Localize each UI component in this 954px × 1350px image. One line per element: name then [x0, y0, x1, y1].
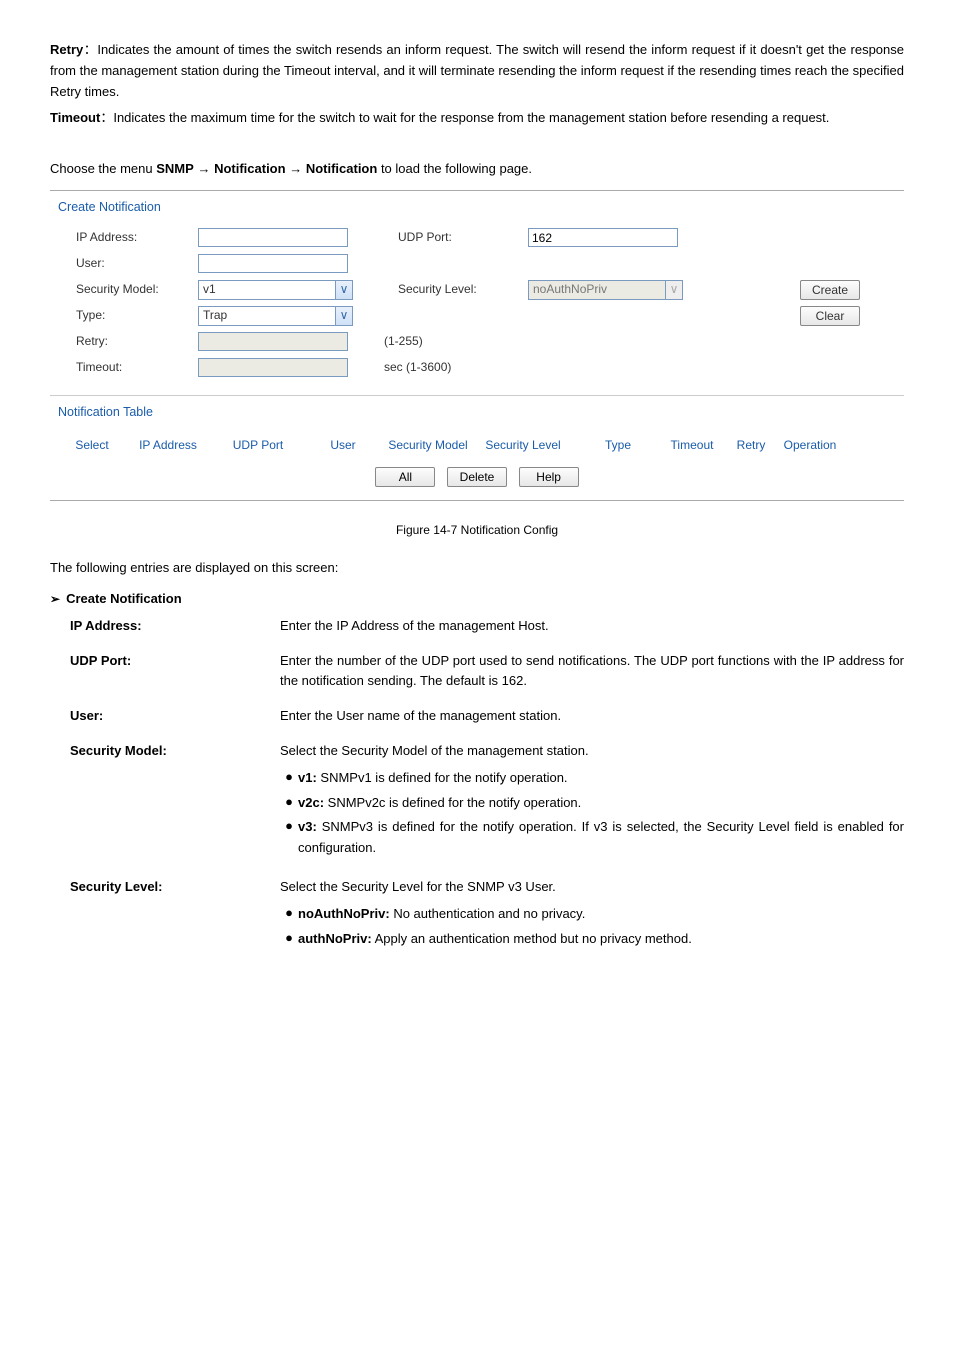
bullet-item: ● v2c: SNMPv2c is defined for the notify…	[280, 793, 904, 814]
ip-address-input[interactable]	[198, 228, 348, 247]
help-button[interactable]: Help	[519, 467, 579, 487]
col-secl: Security Level	[468, 436, 578, 455]
col-timeout: Timeout	[658, 436, 726, 455]
menu-path-prefix: Choose the menu	[50, 161, 153, 176]
timeout-label: Timeout:	[58, 358, 198, 377]
retry-term: Retry	[50, 42, 83, 57]
select-value: noAuthNoPriv	[529, 280, 665, 299]
bullet-icon: ●	[280, 768, 298, 789]
desc-text: Select the Security Level for the SNMP v…	[280, 877, 904, 898]
desc-label: Security Level:	[70, 877, 280, 953]
bullet-icon: ●	[280, 793, 298, 814]
col-type: Type	[578, 436, 658, 455]
timeout-term: Timeout	[50, 110, 100, 125]
bullet-text: SNMPv3 is defined for the notify operati…	[298, 819, 904, 855]
ip-address-label: IP Address:	[58, 228, 198, 247]
menu-path-suffix: to load the following page.	[381, 161, 532, 176]
desc-label: UDP Port:	[70, 651, 280, 693]
create-notification-heading: Create Notification	[58, 197, 896, 217]
user-label: User:	[58, 254, 198, 273]
bullet-term: v3:	[298, 819, 317, 834]
desc-udp-port: UDP Port: Enter the number of the UDP po…	[70, 651, 904, 693]
bullet-text: SNMPv2c is defined for the notify operat…	[324, 795, 581, 810]
chevron-right-icon: ➢	[50, 592, 60, 606]
timeout-hint: sec (1-3600)	[378, 358, 451, 377]
desc-text: Enter the number of the UDP port used to…	[280, 651, 904, 693]
figure-caption: Figure 14-7 Notification Config	[50, 521, 904, 540]
desc-security-model: Security Model: Select the Security Mode…	[70, 741, 904, 863]
doc-paragraph: Retry：Indicates the amount of times the …	[50, 40, 904, 102]
retry-desc: ：Indicates the amount of times the switc…	[50, 42, 904, 99]
bullet-term: authNoPriv:	[298, 931, 372, 946]
udp-port-label: UDP Port:	[378, 228, 528, 247]
doc-paragraph: Timeout：Indicates the maximum time for t…	[50, 108, 904, 129]
security-level-select: noAuthNoPriv ∨	[528, 280, 683, 300]
bullet-icon: ●	[280, 817, 298, 859]
menu-path-part: Notification	[306, 161, 378, 176]
type-label: Type:	[58, 306, 198, 325]
all-button[interactable]: All	[375, 467, 435, 487]
explain-heading: The following entries are displayed on t…	[50, 558, 904, 579]
menu-path-part: Notification	[214, 161, 286, 176]
desc-label: IP Address:	[70, 616, 280, 637]
col-retry: Retry	[726, 436, 776, 455]
user-input[interactable]	[198, 254, 348, 273]
select-value: v1	[199, 280, 335, 299]
bullet-item: ● v1: SNMPv1 is defined for the notify o…	[280, 768, 904, 789]
security-level-label: Security Level:	[378, 280, 528, 299]
col-select: Select	[66, 436, 118, 455]
timeout-desc: ：Indicates the maximum time for the swit…	[100, 110, 829, 125]
section-create-notification: ➢Create Notification	[50, 589, 904, 610]
select-value: Trap	[199, 306, 335, 325]
bullet-term: v2c:	[298, 795, 324, 810]
notification-table-heading: Notification Table	[58, 402, 896, 422]
desc-security-level: Security Level: Select the Security Leve…	[70, 877, 904, 953]
desc-label: Security Model:	[70, 741, 280, 863]
security-model-label: Security Model:	[58, 280, 198, 299]
retry-label: Retry:	[58, 332, 198, 351]
col-operation: Operation	[776, 436, 844, 455]
clear-button[interactable]: Clear	[800, 306, 860, 326]
bullet-icon: ●	[280, 904, 298, 925]
desc-text: Enter the IP Address of the management H…	[280, 616, 904, 637]
bullet-term: v1:	[298, 770, 317, 785]
delete-button[interactable]: Delete	[447, 467, 507, 487]
security-model-select[interactable]: v1 ∨	[198, 280, 353, 300]
retry-input	[198, 332, 348, 351]
udp-port-input[interactable]	[528, 228, 678, 247]
bullet-text: No authentication and no privacy.	[390, 906, 586, 921]
menu-path: Choose the menu SNMP → Notification → No…	[50, 159, 904, 180]
bullet-text: Apply an authentication method but no pr…	[372, 931, 692, 946]
create-button[interactable]: Create	[800, 280, 860, 300]
notification-panel: Create Notification IP Address: UDP Port…	[50, 190, 904, 501]
arrow-icon: →	[289, 161, 302, 176]
desc-user: User: Enter the User name of the managem…	[70, 706, 904, 727]
chevron-down-icon: ∨	[335, 281, 352, 299]
bullet-text: SNMPv1 is defined for the notify operati…	[317, 770, 568, 785]
desc-text: Select the Security Model of the managem…	[280, 741, 904, 762]
desc-ip-address: IP Address: Enter the IP Address of the …	[70, 616, 904, 637]
chevron-down-icon: ∨	[665, 281, 682, 299]
bullet-item: ● authNoPriv: Apply an authentication me…	[280, 929, 904, 950]
table-header: Select IP Address UDP Port User Security…	[58, 430, 896, 461]
bullet-item: ● noAuthNoPriv: No authentication and no…	[280, 904, 904, 925]
bullet-term: noAuthNoPriv:	[298, 906, 390, 921]
bullet-icon: ●	[280, 929, 298, 950]
type-select[interactable]: Trap ∨	[198, 306, 353, 326]
timeout-input	[198, 358, 348, 377]
retry-hint: (1-255)	[378, 332, 423, 351]
bullet-item: ● v3: SNMPv3 is defined for the notify o…	[280, 817, 904, 859]
chevron-down-icon: ∨	[335, 307, 352, 325]
col-udp: UDP Port	[218, 436, 298, 455]
desc-label: User:	[70, 706, 280, 727]
col-ip: IP Address	[118, 436, 218, 455]
col-secm: Security Model	[388, 436, 468, 455]
desc-text: Enter the User name of the management st…	[280, 706, 904, 727]
col-user: User	[298, 436, 388, 455]
arrow-icon: →	[197, 161, 210, 176]
menu-path-part: SNMP	[156, 161, 194, 176]
